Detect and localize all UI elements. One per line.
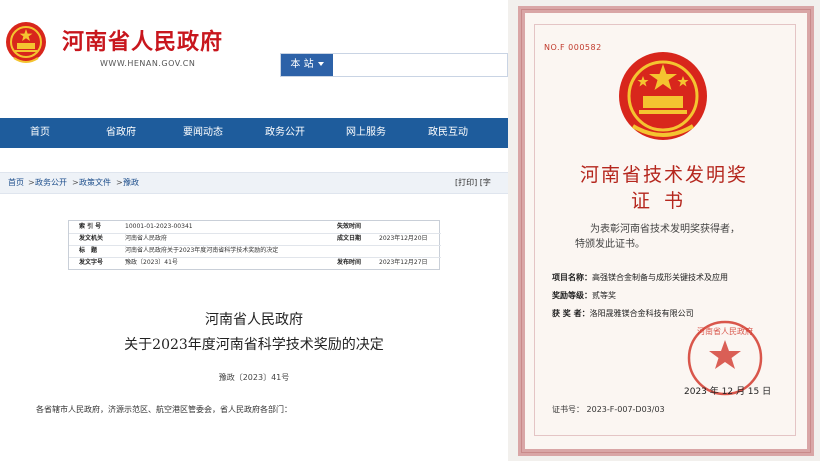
search-input[interactable] — [335, 54, 508, 78]
nav-item-news[interactable]: 要闻动态 — [183, 118, 223, 148]
search-scope-select[interactable]: 本 站 — [281, 54, 333, 76]
certificate-text-line1: 为表彰河南省技术发明奖获得者， — [590, 224, 740, 235]
nav-item-gov-affairs[interactable]: 政务公开 — [265, 118, 305, 148]
meta-created-label: 成文日期 — [337, 235, 362, 242]
meta-title-value: 河南省人民政府关于2023年度河南省科学技术奖励的决定 — [125, 247, 279, 254]
certificate-winner-row: 获 奖 者：洛阳晟雅镁合金科技有限公司 — [552, 308, 694, 319]
certificate-grade-value: 贰等奖 — [592, 291, 616, 300]
document-metadata-table: 索 引 号 10001-01-2023-00341 失效时间 发文机关 河南省人… — [68, 220, 441, 270]
certificate-project-row: 项目名称：高强镁合金制备与成形关键技术及应用 — [552, 272, 728, 283]
certificate-id: 证书号： 2023-F-007-D03/03 — [552, 405, 665, 414]
document-salutation: 各省辖市人民政府，济源示范区、航空港区管委会，省人民政府各部门： — [36, 405, 292, 414]
meta-issuer-value: 河南省人民政府 — [125, 235, 168, 242]
meta-docno-value: 豫政〔2023〕41号 — [125, 259, 178, 266]
meta-docno-label: 发文字号 — [79, 259, 104, 266]
meta-title-label: 标 题 — [79, 247, 98, 254]
certificate-grade-label: 奖励等级： — [552, 291, 592, 300]
breadcrumb-policy-docs[interactable]: 政策文件 — [79, 173, 111, 193]
meta-validity-label: 失效时间 — [337, 223, 362, 230]
site-title: 河南省人民政府 — [62, 30, 224, 55]
search-box: 本 站 — [280, 53, 508, 78]
nav-item-online-services[interactable]: 网上服务 — [346, 118, 386, 148]
certificate-number: NO.F 000582 — [544, 43, 602, 52]
breadcrumb-home[interactable]: 首页 — [8, 173, 24, 193]
document-number: 豫政〔2023〕41号 — [218, 373, 290, 382]
certificate-winner-value: 洛阳晟雅镁合金科技有限公司 — [589, 309, 694, 318]
nav-item-interaction[interactable]: 政民互动 — [428, 118, 468, 148]
meta-published-label: 发布时间 — [337, 259, 362, 266]
print-tools[interactable]: [打印] [字 — [455, 173, 491, 193]
meta-row: 发文字号 豫政〔2023〕41号 发布时间 2023年12月27日 — [69, 257, 441, 269]
site-header: 河南省人民政府 WWW.HENAN.GOV.CN 本 站 — [0, 0, 508, 118]
chevron-down-icon — [317, 62, 324, 66]
main-nav: 首页 省政府 要闻动态 政务公开 网上服务 政民互动 — [0, 118, 508, 148]
national-emblem-icon — [619, 52, 707, 140]
breadcrumb: 首页 > 政务公开 > 政策文件 > 豫政 [打印] [字 — [0, 172, 508, 194]
certificate-date: 2023 年 12 月 15 日 — [684, 387, 772, 397]
meta-published-value: 2023年12月27日 — [379, 259, 428, 266]
certificate-title: 河南省技术发明奖 — [579, 164, 748, 186]
svg-text:河南省人民政府: 河南省人民政府 — [697, 326, 753, 336]
meta-created-value: 2023年12月20日 — [379, 235, 428, 242]
certificate-grade-row: 奖励等级：贰等奖 — [552, 290, 616, 301]
certificate-project-value: 高强镁合金制备与成形关键技术及应用 — [592, 273, 728, 282]
breadcrumb-current[interactable]: 豫政 — [123, 173, 139, 193]
national-emblem-icon — [6, 22, 46, 63]
web-page: 河南省人民政府 WWW.HENAN.GOV.CN 本 站 首页 省政府 要闻动态… — [0, 0, 508, 461]
meta-index-value: 10001-01-2023-00341 — [125, 223, 193, 230]
document-title-issuer: 河南省人民政府 — [205, 312, 303, 328]
breadcrumb-separator: > — [116, 178, 123, 187]
search-scope-label: 本 站 — [290, 59, 314, 70]
breadcrumb-separator: > — [72, 178, 79, 187]
site-url: WWW.HENAN.GOV.CN — [100, 59, 196, 68]
certificate-text-line2: 特颁发此证书。 — [575, 239, 645, 250]
certificate-project-label: 项目名称： — [552, 273, 592, 282]
nav-item-home[interactable]: 首页 — [30, 118, 50, 148]
meta-issuer-label: 发文机关 — [79, 235, 104, 242]
breadcrumb-gov-affairs[interactable]: 政务公开 — [35, 173, 67, 193]
nav-item-government[interactable]: 省政府 — [106, 118, 136, 148]
document-title: 关于2023年度河南省科学技术奖励的决定 — [124, 337, 384, 353]
meta-index-label: 索 引 号 — [79, 223, 102, 230]
breadcrumb-separator: > — [28, 178, 35, 187]
certificate-winner-label: 获 奖 者： — [552, 309, 590, 318]
certificate-subtitle: 证书 — [630, 190, 697, 212]
